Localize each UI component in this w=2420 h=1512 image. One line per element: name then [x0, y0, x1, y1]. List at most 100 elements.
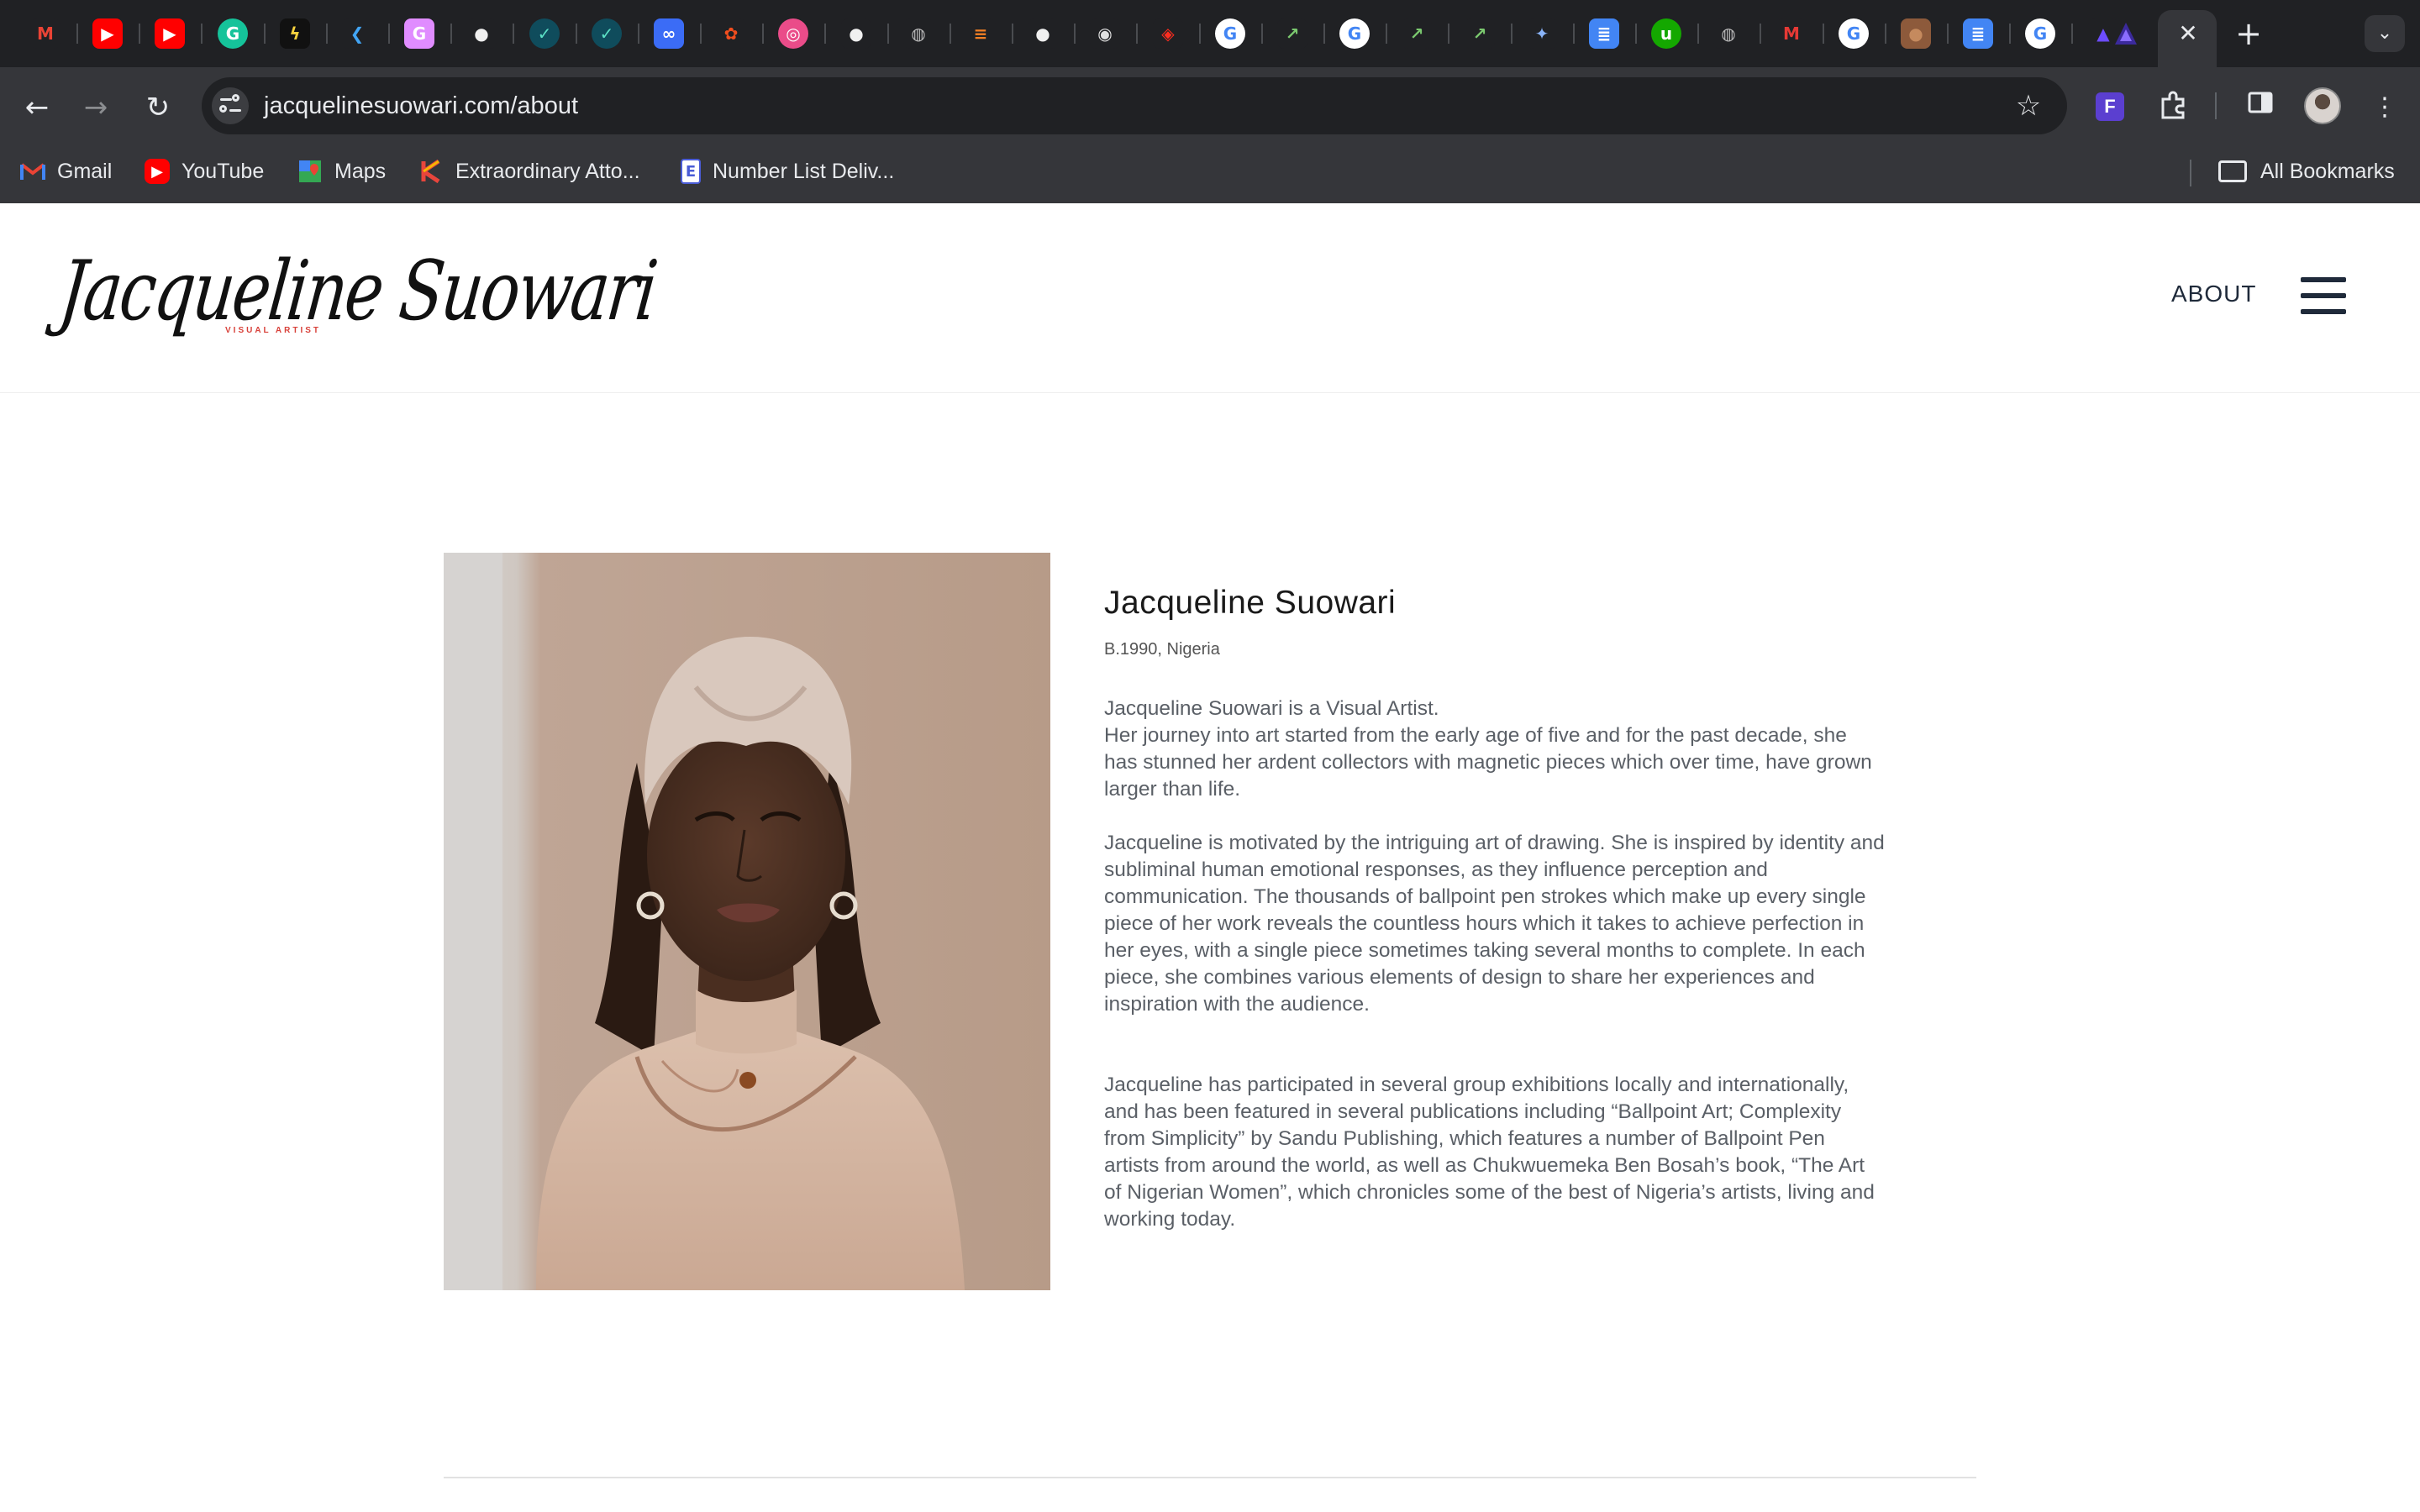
avatar-icon[interactable]: ●	[1901, 18, 1931, 49]
bio-paragraph-3: Jacqueline has participated in several g…	[1104, 1074, 1875, 1231]
tab-separator	[139, 24, 140, 44]
artist-birth-info: B.1990, Nigeria	[1104, 640, 1220, 659]
tab-separator	[76, 24, 78, 44]
trend-icon[interactable]: ↗	[1465, 18, 1495, 49]
bookmark-maps[interactable]: Maps	[297, 156, 386, 186]
new-tab-button[interactable]: +	[2232, 17, 2265, 50]
bio-paragraph-1: Jacqueline Suowari is a Visual Artist. H…	[1104, 697, 1872, 801]
gemini-icon[interactable]: ✦	[1527, 18, 1557, 49]
trend-icon[interactable]: ↗	[1277, 18, 1307, 49]
tab-separator	[1635, 24, 1637, 44]
gmail-icon[interactable]: M	[30, 18, 60, 49]
url-path: /about	[510, 92, 579, 119]
bookmark-youtube[interactable]: ▶ YouTube	[145, 156, 264, 186]
browser-menu-icon[interactable]: ⋮	[2365, 87, 2405, 128]
url-host: jacquelinesuowari.com	[264, 92, 511, 119]
upwork-icon[interactable]: u	[1651, 18, 1681, 49]
reload-button[interactable]: ↻	[138, 87, 178, 128]
youtube-icon[interactable]: ▶	[155, 18, 185, 49]
check-icon[interactable]: ✓	[529, 18, 560, 49]
link-icon[interactable]: ∞	[654, 18, 684, 49]
github-icon[interactable]: ●	[1028, 18, 1058, 49]
tab-separator	[2009, 24, 2011, 44]
tab-separator	[1697, 24, 1699, 44]
tab-separator	[1012, 24, 1013, 44]
google-icon[interactable]: G	[1339, 18, 1370, 49]
tab-separator	[2071, 24, 2073, 44]
toolbar-divider	[2215, 92, 2217, 119]
tab-search-button[interactable]: ⌄	[2365, 15, 2405, 52]
active-tab-favicon	[2111, 18, 2141, 49]
youtube-icon[interactable]: ▶	[92, 18, 123, 49]
maps-icon	[297, 159, 323, 184]
back-button[interactable]: ←	[17, 87, 57, 128]
all-bookmarks-label: All Bookmarks	[2260, 159, 2395, 183]
google-icon[interactable]: G	[1215, 18, 1245, 49]
tab-separator	[1199, 24, 1201, 44]
bookmark-extraordinary[interactable]: Extraordinary Atto...	[418, 156, 640, 186]
stackoverflow-icon[interactable]: ≡	[965, 18, 996, 49]
tab-separator	[824, 24, 826, 44]
side-panel-icon[interactable]	[2240, 87, 2281, 128]
trend-icon[interactable]: ↗	[1402, 18, 1432, 49]
docs-icon[interactable]: ≣	[1589, 18, 1619, 49]
bookmark-label: Maps	[334, 159, 387, 183]
ghost-icon[interactable]: ◉	[1090, 18, 1120, 49]
tab-separator	[1573, 24, 1575, 44]
extensions-puzzle-icon[interactable]	[2153, 87, 2193, 128]
tab-separator	[1885, 24, 1886, 44]
nav-about-link[interactable]: ABOUT	[2171, 281, 2256, 307]
tab-separator	[388, 24, 390, 44]
tab-separator	[1136, 24, 1138, 44]
section-divider	[444, 1477, 1976, 1478]
tab-separator	[1511, 24, 1512, 44]
hamburger-menu-icon[interactable]	[2301, 277, 2346, 314]
grammarly-icon[interactable]: G	[218, 18, 248, 49]
tab-separator	[700, 24, 702, 44]
gmail-icon	[20, 159, 45, 184]
youtube-icon: ▶	[145, 159, 170, 184]
bookmark-number-list[interactable]: E Number List Deliv...	[681, 156, 894, 186]
bookmark-label: Extraordinary Atto...	[455, 159, 640, 183]
tab-separator	[264, 24, 266, 44]
extension-f-icon[interactable]: F	[2096, 92, 2124, 121]
logo-subtitle: VISUAL ARTIST	[225, 326, 322, 335]
m-icon[interactable]: M	[1776, 18, 1807, 49]
close-tab-icon[interactable]: ✕	[2173, 18, 2203, 49]
bio-paragraph-2: Jacqueline is motivated by the intriguin…	[1104, 832, 1885, 1016]
figma-icon[interactable]: ✿	[716, 18, 746, 49]
tab-separator	[1261, 24, 1263, 44]
github-icon[interactable]: ●	[841, 18, 871, 49]
site-logo[interactable]: Jacqueline Suowari VISUAL ARTIST	[55, 244, 660, 353]
bookmark-gmail[interactable]: Gmail	[20, 156, 112, 186]
g-icon[interactable]: G	[404, 18, 434, 49]
globe-icon[interactable]: ◍	[903, 18, 934, 49]
laravel-icon[interactable]: ◈	[1153, 18, 1183, 49]
docs-icon[interactable]: ≣	[1963, 18, 1993, 49]
url-text[interactable]: jacquelinesuowari.com/about	[264, 89, 578, 123]
bookmark-label: Number List Deliv...	[713, 159, 895, 183]
globe-icon[interactable]: ◍	[1713, 18, 1744, 49]
bookmark-star-icon[interactable]: ☆	[2008, 86, 2049, 126]
google-icon[interactable]: G	[1839, 18, 1869, 49]
bolt-icon[interactable]: ϟ	[280, 18, 310, 49]
bookmark-label: YouTube	[182, 159, 265, 183]
check-icon[interactable]: ✓	[592, 18, 622, 49]
profile-avatar[interactable]	[2304, 87, 2341, 124]
forward-button[interactable]: →	[76, 87, 116, 128]
bookmarks-divider	[2190, 160, 2191, 186]
github-icon[interactable]: ●	[466, 18, 497, 49]
tab-separator	[1760, 24, 1761, 44]
tab-separator	[638, 24, 639, 44]
logo-wordmark: Jacqueline Suowari	[55, 244, 660, 339]
dribbble-icon[interactable]: ◎	[778, 18, 808, 49]
site-info-icon[interactable]	[212, 87, 249, 124]
all-bookmarks-button[interactable]: All Bookmarks	[2218, 156, 2395, 186]
flutter-icon[interactable]: ❮	[342, 18, 372, 49]
google-icon[interactable]: G	[2025, 18, 2055, 49]
folder-icon	[2218, 160, 2247, 182]
tab-separator	[762, 24, 764, 44]
tab-separator	[513, 24, 514, 44]
tab-separator	[1448, 24, 1449, 44]
tab-separator	[1386, 24, 1387, 44]
